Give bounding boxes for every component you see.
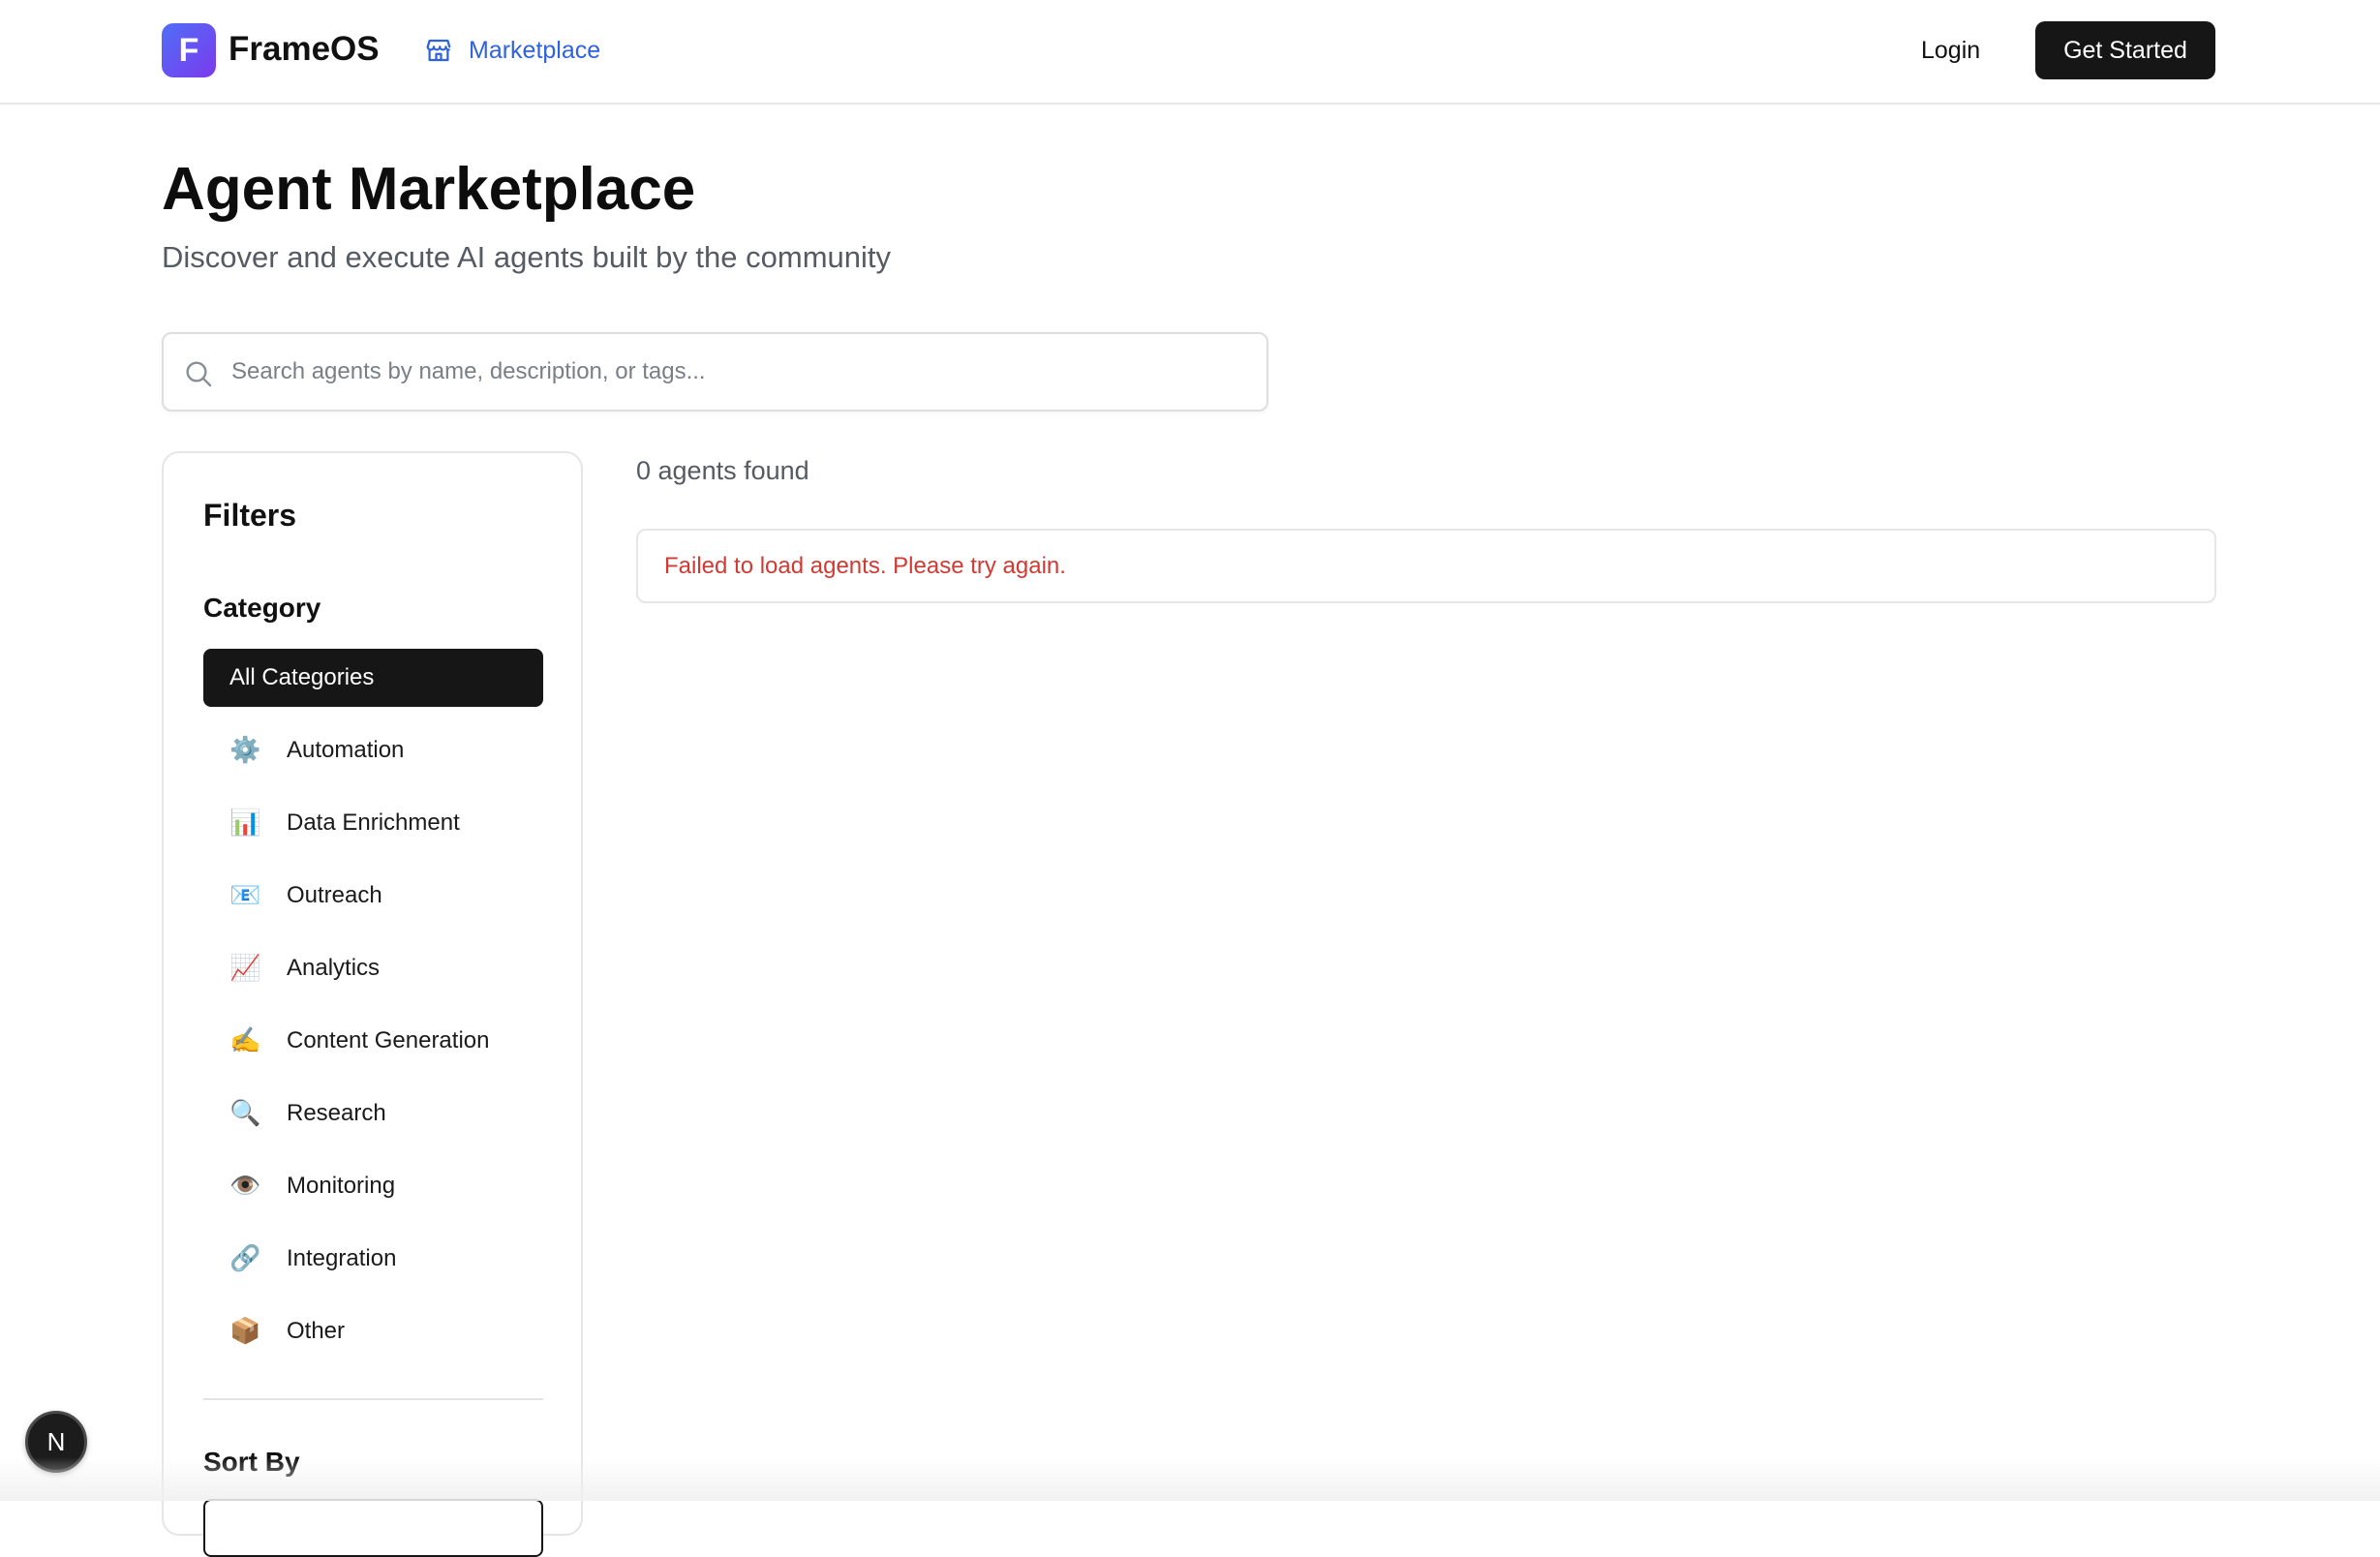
search-bar	[162, 332, 1268, 412]
page-title: Agent Marketplace	[162, 156, 696, 223]
envelope-icon: 📧	[229, 881, 261, 910]
category-item-research[interactable]: 🔍 Research	[203, 1084, 543, 1143]
category-item-integration[interactable]: 🔗 Integration	[203, 1230, 543, 1288]
bar-chart-icon: 📊	[229, 809, 261, 838]
nav-marketplace-label: Marketplace	[469, 36, 601, 64]
category-label: Integration	[287, 1245, 397, 1271]
eye-icon: 👁️	[229, 1172, 261, 1201]
store-icon	[426, 39, 451, 62]
category-label: All Categories	[229, 664, 375, 690]
category-list: All Categories ⚙️ Automation 📊 Data Enri…	[203, 649, 543, 1375]
category-label: Research	[287, 1100, 386, 1126]
logo-icon[interactable]: F	[162, 23, 216, 77]
category-label: Monitoring	[287, 1173, 396, 1199]
filters-panel: Filters Category All Categories ⚙️ Autom…	[162, 451, 583, 1557]
category-label: Automation	[287, 737, 405, 763]
get-started-button[interactable]: Get Started	[2035, 21, 2215, 79]
magnifier-icon: 🔍	[229, 1099, 261, 1128]
nav-marketplace-link[interactable]: Marketplace	[424, 29, 600, 72]
category-item-other[interactable]: 📦 Other	[203, 1302, 543, 1360]
filters-divider	[203, 1398, 543, 1400]
category-item-analytics[interactable]: 📈 Analytics	[203, 939, 543, 997]
brand-name[interactable]: FrameOS	[229, 25, 380, 74]
category-item-monitoring[interactable]: 👁️ Monitoring	[203, 1157, 543, 1215]
writing-hand-icon: ✍️	[229, 1026, 261, 1055]
error-message: Failed to load agents. Please try again.	[664, 552, 1066, 579]
category-item-data-enrichment[interactable]: 📊 Data Enrichment	[203, 794, 543, 852]
category-item-automation[interactable]: ⚙️ Automation	[203, 721, 543, 779]
category-item-outreach[interactable]: 📧 Outreach	[203, 867, 543, 925]
category-item-all[interactable]: All Categories	[203, 649, 543, 707]
error-message-box: Failed to load agents. Please try again.	[636, 529, 2216, 603]
login-link[interactable]: Login	[1921, 29, 1980, 72]
link-icon: 🔗	[229, 1244, 261, 1273]
category-label: Analytics	[287, 955, 381, 981]
category-label: Data Enrichment	[287, 809, 460, 836]
trend-chart-icon: 📈	[229, 954, 261, 983]
category-item-content-generation[interactable]: ✍️ Content Generation	[203, 1012, 543, 1070]
category-heading: Category	[203, 593, 321, 623]
search-input[interactable]	[229, 334, 1256, 410]
gear-icon: ⚙️	[229, 736, 261, 765]
package-icon: 📦	[229, 1317, 261, 1346]
filters-title: Filters	[203, 498, 297, 533]
category-label: Other	[287, 1318, 346, 1344]
sort-by-heading: Sort By	[203, 1447, 300, 1477]
results-count: 0 agents found	[636, 456, 809, 485]
dev-tools-badge[interactable]: N	[25, 1411, 87, 1473]
category-label: Outreach	[287, 882, 382, 908]
sort-by-select[interactable]	[203, 1499, 543, 1557]
search-icon	[186, 361, 212, 387]
category-label: Content Generation	[287, 1027, 490, 1053]
page-subtitle: Discover and execute AI agents built by …	[162, 240, 892, 274]
top-navigation-bar: F FrameOS Marketplace Login Get Started	[0, 0, 2380, 105]
